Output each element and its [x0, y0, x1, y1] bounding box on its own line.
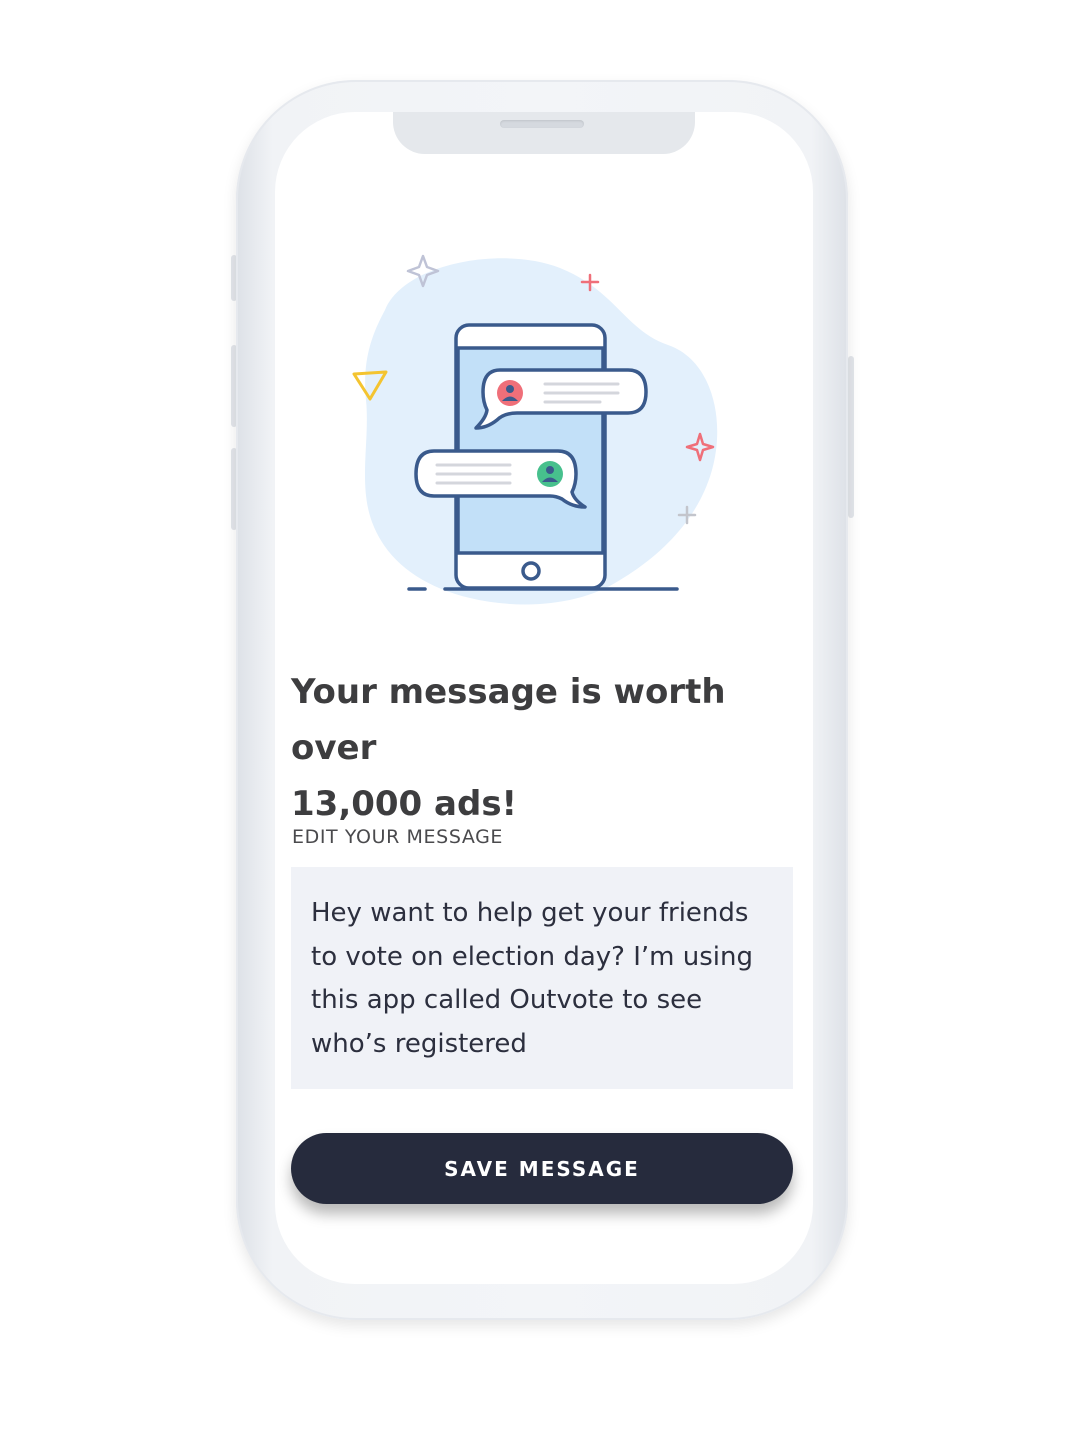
device-mockup: Your message is worth over 13,000 ads! ED… [0, 0, 1081, 1437]
message-input[interactable]: Hey want to help get your friends to vot… [291, 867, 793, 1089]
home-button-icon [521, 561, 541, 581]
save-message-button-label: SAVE MESSAGE [444, 1156, 640, 1181]
avatar-icon [497, 380, 523, 406]
headline-line-2: 13,000 ads! [291, 784, 518, 824]
avatar-icon [537, 461, 563, 487]
power-button [848, 356, 854, 518]
edit-message-label: EDIT YOUR MESSAGE [292, 826, 504, 848]
phone-chat-illustration [352, 254, 718, 605]
save-message-button[interactable]: SAVE MESSAGE [291, 1133, 793, 1204]
headline-line-1: Your message is worth over [291, 672, 726, 768]
page-headline: Your message is worth over 13,000 ads! [291, 664, 801, 832]
speaker-grille [500, 120, 584, 128]
phone-notch [393, 112, 695, 154]
